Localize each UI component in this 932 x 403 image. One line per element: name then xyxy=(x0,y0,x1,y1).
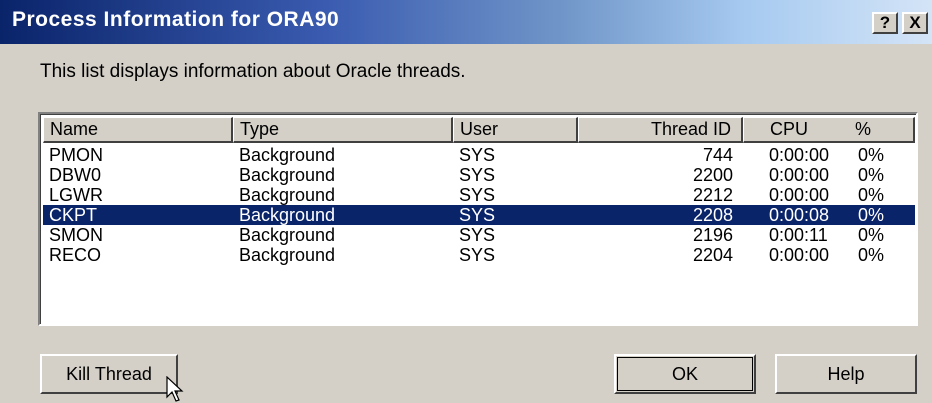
process-info-dialog: Process Information for ORA90 ? X This l… xyxy=(0,0,932,403)
cell-thread-id: 744 xyxy=(702,145,733,165)
cell-user: SYS xyxy=(459,185,496,205)
column-header-pct-label: % xyxy=(855,119,872,139)
table-row[interactable]: PMON Background SYS 744 0:00:00 0% xyxy=(43,145,915,165)
cell-cpu: 0:00:00 xyxy=(769,245,830,265)
ok-button[interactable]: OK xyxy=(614,354,756,394)
cell-type: Background xyxy=(239,165,336,185)
cell-type: Background xyxy=(239,185,336,205)
cell-user: SYS xyxy=(459,245,496,265)
cell-thread-id: 2204 xyxy=(692,245,733,265)
close-icon[interactable]: X xyxy=(902,12,928,34)
title-bar[interactable]: Process Information for ORA90 ? X xyxy=(0,0,932,44)
column-header-type[interactable]: Type xyxy=(233,117,453,143)
cell-name: RECO xyxy=(49,245,102,265)
cell-thread-id: 2208 xyxy=(692,205,733,225)
cell-cpu: 0:00:00 xyxy=(769,165,830,185)
list-header: Name Type User Thread ID CPU % xyxy=(43,117,915,143)
cell-name: PMON xyxy=(49,145,103,165)
cell-name: CKPT xyxy=(49,205,98,225)
cell-user: SYS xyxy=(459,205,496,225)
cell-thread-id: 2196 xyxy=(692,225,733,245)
cell-pct: 0% xyxy=(858,165,885,185)
table-row[interactable]: LGWR Background SYS 2212 0:00:00 0% xyxy=(43,185,915,205)
list-rows: PMON Background SYS 744 0:00:00 0% DBW0 Backgro… xyxy=(43,145,915,265)
cell-pct: 0% xyxy=(858,225,885,245)
cell-user: SYS xyxy=(459,225,496,245)
cell-type: Background xyxy=(239,245,336,265)
cell-cpu: 0:00:11 xyxy=(769,225,828,245)
table-row[interactable]: CKPT Background SYS 2208 0:00:08 0% xyxy=(43,205,915,225)
cell-pct: 0% xyxy=(858,205,885,225)
column-header-cpu[interactable]: CPU % xyxy=(743,117,915,143)
cell-thread-id: 2200 xyxy=(692,165,733,185)
cell-pct: 0% xyxy=(858,185,885,205)
cell-user: SYS xyxy=(459,165,496,185)
cell-cpu: 0:00:08 xyxy=(769,205,830,225)
threads-list[interactable]: Name Type User Thread ID CPU % PMON Backg… xyxy=(38,112,918,326)
table-row[interactable]: SMON Background SYS 2196 0:00:11 0% xyxy=(43,225,915,245)
mouse-pointer-icon xyxy=(166,376,184,402)
cell-type: Background xyxy=(239,205,336,225)
column-header-cpu-label: CPU xyxy=(770,119,809,139)
table-row[interactable]: DBW0 Background SYS 2200 0:00:00 0% xyxy=(43,165,915,185)
cell-type: Background xyxy=(239,225,336,245)
kill-thread-button[interactable]: Kill Thread xyxy=(40,354,178,394)
cell-pct: 0% xyxy=(858,245,885,265)
help-button[interactable]: Help xyxy=(775,354,917,394)
cell-user: SYS xyxy=(459,145,496,165)
cell-thread-id: 2212 xyxy=(692,185,733,205)
description-text: This list displays information about Ora… xyxy=(40,61,466,82)
column-header-user[interactable]: User xyxy=(453,117,578,143)
help-icon[interactable]: ? xyxy=(872,12,898,34)
table-row[interactable]: RECO Background SYS 2204 0:00:00 0% xyxy=(43,245,915,265)
cell-name: SMON xyxy=(49,225,103,245)
window-title: Process Information for ORA90 xyxy=(12,8,340,31)
cell-name: LGWR xyxy=(49,185,103,205)
cell-cpu: 0:00:00 xyxy=(769,145,830,165)
column-header-name[interactable]: Name xyxy=(43,117,233,143)
column-header-thread-id[interactable]: Thread ID xyxy=(578,117,743,143)
cell-type: Background xyxy=(239,145,336,165)
cell-pct: 0% xyxy=(858,145,885,165)
cell-name: DBW0 xyxy=(49,165,102,185)
cell-cpu: 0:00:00 xyxy=(769,185,830,205)
